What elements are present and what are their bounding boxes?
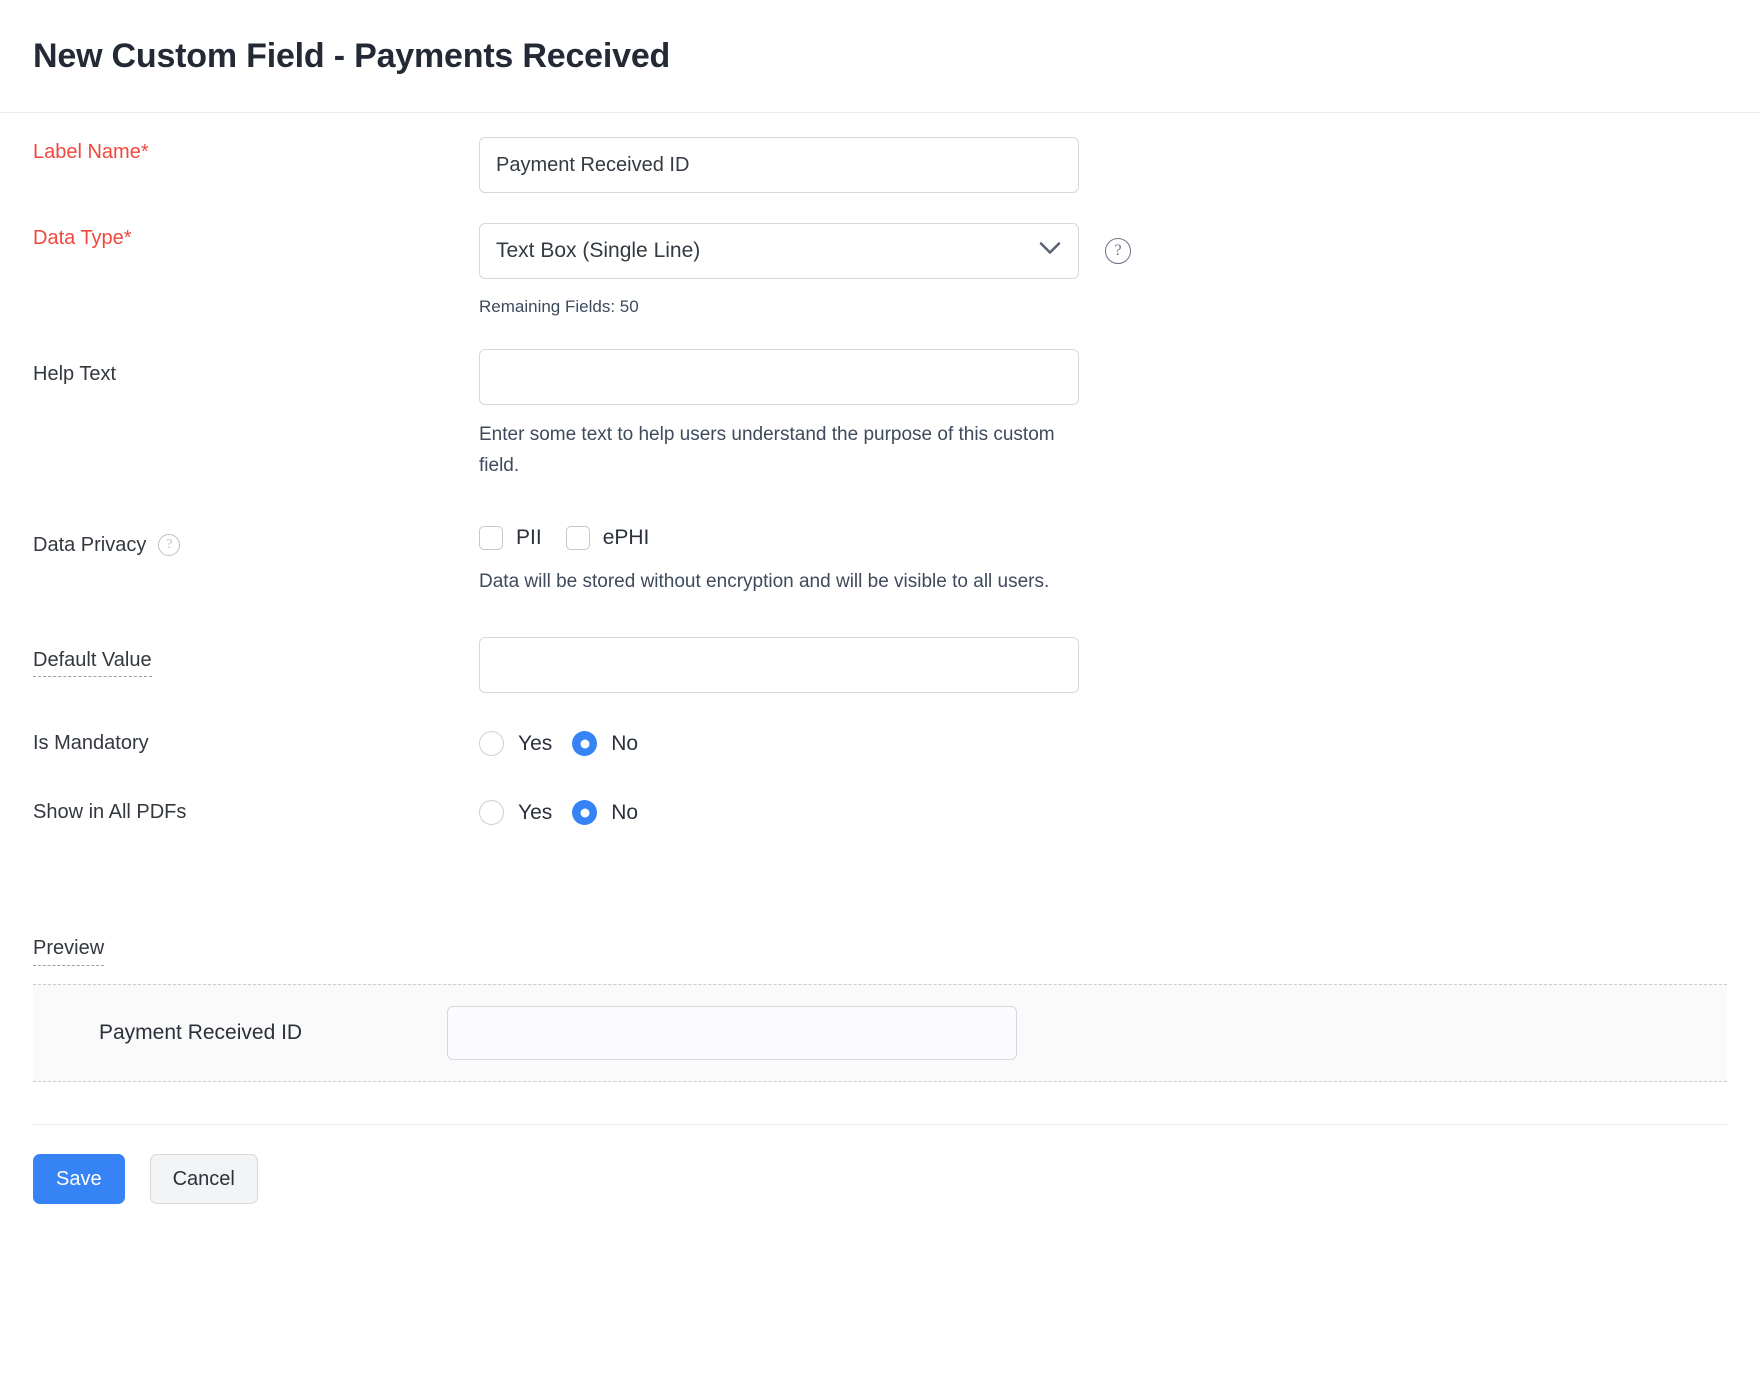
data-privacy-label: Data Privacy — [33, 534, 146, 557]
radio-is-mandatory-yes[interactable] — [479, 731, 504, 756]
new-custom-field-page: New Custom Field - Payments Received Lab… — [0, 0, 1760, 1374]
checkbox-pii[interactable] — [479, 526, 503, 550]
preview-field-input[interactable] — [447, 1006, 1017, 1060]
is-mandatory-field-cell: Yes No — [479, 731, 1727, 756]
label-name-input[interactable] — [479, 137, 1079, 193]
page-title: New Custom Field - Payments Received — [33, 37, 670, 76]
help-text-input[interactable] — [479, 349, 1079, 405]
page-header: New Custom Field - Payments Received — [0, 0, 1760, 113]
show-in-all-pdfs-label: Show in All PDFs — [33, 801, 479, 824]
form-row-help-text: Help Text Enter some text to help users … — [33, 317, 1727, 482]
cancel-button[interactable]: Cancel — [150, 1154, 258, 1204]
radio-item-show-pdfs-yes[interactable]: Yes — [479, 800, 552, 825]
preview-title: Preview — [33, 937, 104, 966]
form-row-is-mandatory: Is Mandatory Yes No — [33, 693, 1727, 756]
checkbox-item-pii[interactable]: PII — [479, 526, 542, 550]
data-privacy-note: Data will be stored without encryption a… — [479, 566, 1479, 597]
is-mandatory-radio-group: Yes No — [479, 731, 1727, 756]
show-in-all-pdfs-radio-group: Yes No — [479, 800, 1727, 825]
help-text-label: Help Text — [33, 349, 479, 386]
remaining-fields-note: Remaining Fields: 50 — [479, 297, 1727, 317]
radio-item-is-mandatory-no[interactable]: No — [572, 731, 638, 756]
radio-label-show-pdfs-yes: Yes — [518, 801, 552, 825]
data-privacy-label-cell: Data Privacy ? — [33, 526, 479, 557]
default-value-label-cell: Default Value — [33, 637, 479, 672]
preview-section-header: Preview — [0, 825, 1760, 966]
help-text-field-cell: Enter some text to help users understand… — [479, 349, 1727, 482]
radio-item-is-mandatory-yes[interactable]: Yes — [479, 731, 552, 756]
data-privacy-help-icon[interactable]: ? — [158, 534, 180, 556]
form-row-data-type: Data Type* Text Box (Single Line) ? — [33, 193, 1727, 317]
data-type-help-icon[interactable]: ? — [1105, 238, 1131, 264]
checkbox-ephi[interactable] — [566, 526, 590, 550]
radio-item-show-pdfs-no[interactable]: No — [572, 800, 638, 825]
footer-actions: Save Cancel — [0, 1125, 1760, 1204]
data-type-selected-value: Text Box (Single Line) — [496, 239, 700, 263]
form-row-data-privacy: Data Privacy ? PII ePHI Data will be sto… — [33, 482, 1727, 597]
label-name-label: Label Name* — [33, 137, 479, 164]
data-privacy-field-cell: PII ePHI Data will be stored without enc… — [479, 526, 1727, 597]
radio-show-pdfs-yes[interactable] — [479, 800, 504, 825]
preview-field-label: Payment Received ID — [33, 1021, 447, 1045]
radio-label-show-pdfs-no: No — [611, 801, 638, 825]
checkbox-label-ephi: ePHI — [603, 526, 650, 550]
label-name-field-cell — [479, 137, 1727, 193]
form-row-default-value: Default Value — [33, 597, 1727, 693]
default-value-input[interactable] — [479, 637, 1079, 693]
default-value-field-cell — [479, 637, 1727, 693]
radio-label-is-mandatory-no: No — [611, 732, 638, 756]
custom-field-form: Label Name* Data Type* Text Box (Single … — [0, 113, 1760, 825]
help-text-hint: Enter some text to help users understand… — [479, 419, 1079, 482]
default-value-label: Default Value — [33, 649, 152, 677]
data-type-label: Data Type* — [33, 223, 479, 250]
show-in-all-pdfs-field-cell: Yes No — [479, 800, 1727, 825]
data-type-select-wrap: Text Box (Single Line) — [479, 223, 1079, 279]
is-mandatory-label: Is Mandatory — [33, 732, 479, 755]
radio-is-mandatory-no[interactable] — [572, 731, 597, 756]
form-row-show-in-all-pdfs: Show in All PDFs Yes No — [33, 756, 1727, 825]
data-type-select[interactable]: Text Box (Single Line) — [479, 223, 1079, 279]
data-privacy-checkbox-group: PII ePHI — [479, 526, 1727, 550]
checkbox-item-ephi[interactable]: ePHI — [566, 526, 650, 550]
form-row-label-name: Label Name* — [33, 113, 1727, 193]
data-type-field-cell: Text Box (Single Line) ? Remaining Field… — [479, 223, 1727, 317]
radio-show-pdfs-no[interactable] — [572, 800, 597, 825]
save-button[interactable]: Save — [33, 1154, 125, 1204]
preview-box: Payment Received ID — [33, 984, 1727, 1082]
radio-label-is-mandatory-yes: Yes — [518, 732, 552, 756]
checkbox-label-pii: PII — [516, 526, 542, 550]
